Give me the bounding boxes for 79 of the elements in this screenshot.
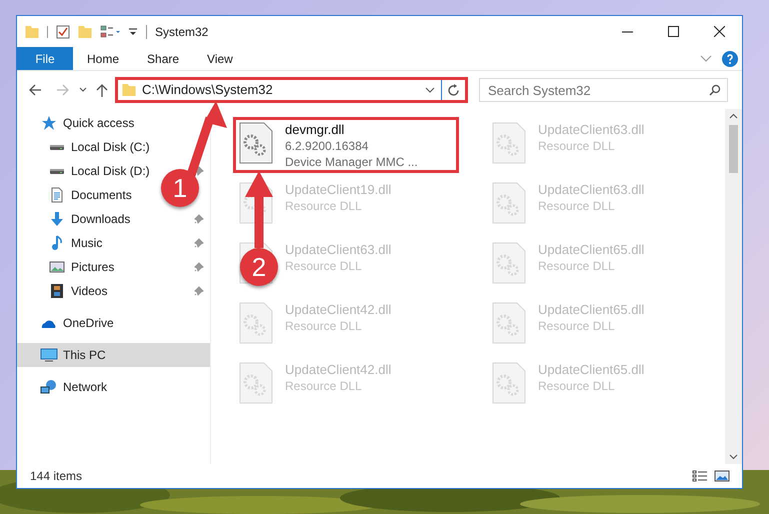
address-bar[interactable]: C:\Windows\System32 xyxy=(115,77,468,103)
scroll-up-icon[interactable] xyxy=(729,113,738,119)
highlighted-file-tile[interactable]: devmgr.dll 6.2.9200.16384 Device Manager MMC ... xyxy=(233,117,459,173)
film-icon xyxy=(51,284,63,298)
back-arrow-icon[interactable] xyxy=(27,82,43,98)
sidebar-item[interactable]: Local Disk (C:) xyxy=(71,138,150,156)
gear-file-icon xyxy=(492,302,526,344)
view-options-icon[interactable] xyxy=(100,24,122,38)
file-detail: Resource DLL xyxy=(285,318,363,334)
ribbon-tab[interactable]: File xyxy=(17,47,73,70)
sidebar-item[interactable]: Local Disk (D:) xyxy=(71,162,150,180)
monitor-icon xyxy=(40,347,58,363)
gear-file-icon xyxy=(492,182,526,224)
recent-locations-icon[interactable] xyxy=(79,87,87,93)
file-detail: Resource DLL xyxy=(538,138,616,154)
folder-icon xyxy=(122,84,136,96)
ribbon-tab[interactable]: Share xyxy=(133,47,194,70)
properties-icon xyxy=(56,24,70,38)
file-detail: Resource DLL xyxy=(538,378,616,394)
ribbon-tab[interactable]: Home xyxy=(73,47,134,70)
sidebar-item[interactable]: OneDrive xyxy=(63,314,114,332)
file-detail: Resource DLL xyxy=(538,258,616,274)
expand-ribbon-icon[interactable] xyxy=(700,54,712,62)
gear-file-icon xyxy=(492,122,526,164)
close-icon xyxy=(714,26,724,37)
download-arrow-icon xyxy=(49,211,65,227)
file-detail: 6.2.9200.16384 xyxy=(285,138,370,154)
picture-icon xyxy=(49,261,65,273)
sidebar-item[interactable]: Downloads xyxy=(71,210,130,228)
sidebar-item[interactable]: Videos xyxy=(71,282,108,300)
gear-file-icon xyxy=(239,122,273,164)
details-view-icon[interactable] xyxy=(692,469,708,483)
window-title: System32 xyxy=(155,24,208,40)
minimize-icon xyxy=(622,30,632,32)
gear-file-icon xyxy=(492,242,526,284)
folder-icon xyxy=(78,26,92,38)
drive-icon xyxy=(49,168,65,174)
scroll-thumb[interactable] xyxy=(729,125,738,173)
search-icon xyxy=(709,84,721,96)
file-detail: Resource DLL xyxy=(538,198,616,214)
file-detail: Resource DLL xyxy=(285,258,363,274)
maximize-icon xyxy=(668,26,678,37)
file-name[interactable]: devmgr.dll xyxy=(285,122,418,138)
sidebar-item[interactable]: Music xyxy=(71,234,102,252)
sidebar-item[interactable]: Network xyxy=(63,378,108,396)
gear-file-icon xyxy=(239,362,273,404)
refresh-icon[interactable] xyxy=(447,84,460,96)
address-path: C:\Windows\System32 xyxy=(142,81,273,100)
gear-file-icon xyxy=(492,362,526,404)
item-count: 144 items xyxy=(30,468,82,485)
up-arrow-icon[interactable] xyxy=(95,82,109,98)
scroll-down-icon[interactable] xyxy=(729,454,738,460)
vertical-scrollbar[interactable] xyxy=(725,109,742,464)
customize-toolbar-icon[interactable] xyxy=(128,26,138,38)
star-icon xyxy=(41,115,57,131)
pin-icon[interactable] xyxy=(194,238,204,248)
help-icon[interactable] xyxy=(722,50,738,66)
pin-icon[interactable] xyxy=(194,166,204,176)
network-globe-icon xyxy=(40,379,58,395)
drive-icon xyxy=(49,144,65,150)
search-field[interactable]: Search System32 xyxy=(479,78,728,102)
sidebar-item[interactable]: Pictures xyxy=(71,258,114,276)
file-detail: Resource DLL xyxy=(285,198,363,214)
pin-icon[interactable] xyxy=(194,214,204,224)
gear-file-icon xyxy=(239,302,273,344)
music-note-icon xyxy=(51,235,63,251)
pin-icon[interactable] xyxy=(194,286,204,296)
sidebar-item[interactable]: Quick access xyxy=(63,114,134,132)
document-icon xyxy=(51,187,63,203)
file-detail: Device Manager MMC ... xyxy=(285,154,418,170)
sidebar-item[interactable]: This PC xyxy=(63,346,106,364)
sidebar-item[interactable]: Documents xyxy=(71,186,132,204)
ribbon-tab[interactable]: View xyxy=(193,47,247,70)
file-detail: Resource DLL xyxy=(538,318,616,334)
file-detail: Resource DLL xyxy=(285,378,363,394)
folder-icon xyxy=(25,26,39,38)
pin-icon[interactable] xyxy=(194,262,204,272)
dropdown-caret-icon[interactable] xyxy=(425,87,435,93)
large-icons-view-icon[interactable] xyxy=(714,469,730,483)
